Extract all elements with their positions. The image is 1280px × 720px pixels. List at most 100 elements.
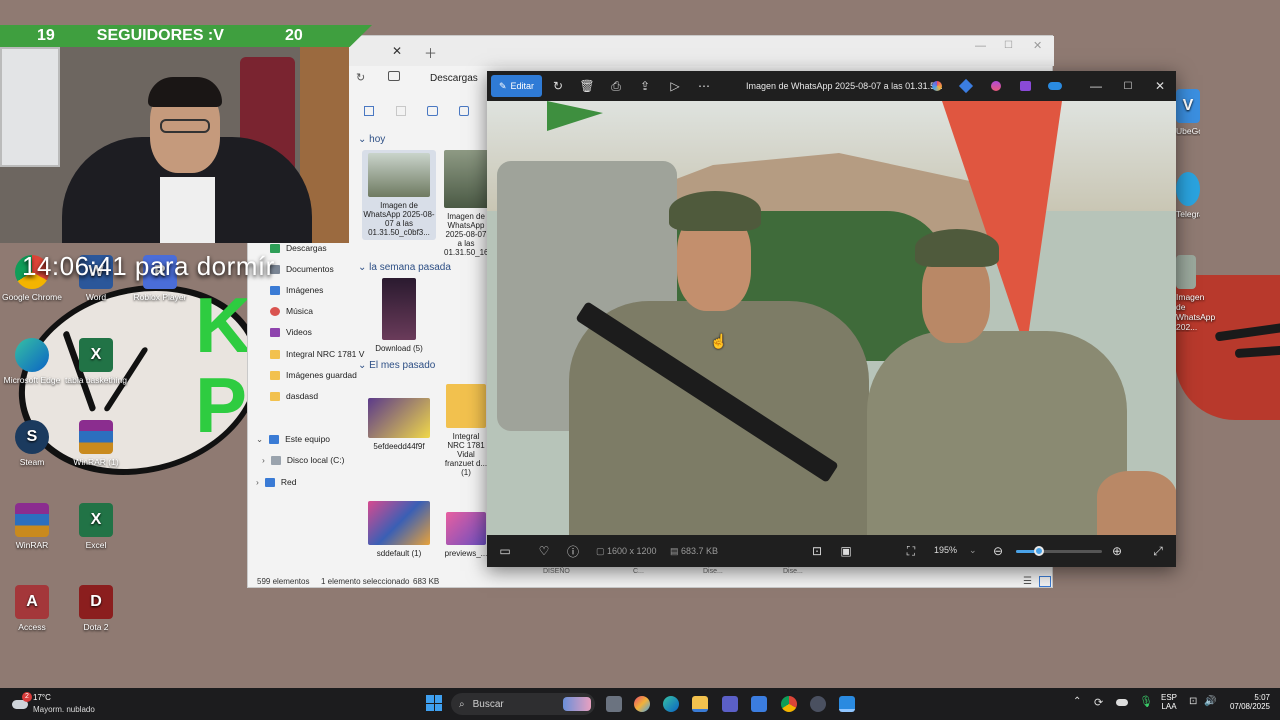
maximize-icon[interactable]: ☐ — [1004, 40, 1013, 51]
minimize-icon[interactable]: — — [975, 40, 986, 52]
nav-item-imagenes[interactable]: Imágenes — [270, 280, 323, 300]
fit-to-window-icon[interactable]: ⛶ — [901, 541, 921, 561]
onedrive-icon[interactable] — [1048, 82, 1062, 90]
photos-viewer-window[interactable]: ✎ Editar ↻ 🗑 ⎙ ⇪ ▷ ⋯ Imagen de WhatsApp 2… — [487, 71, 1176, 567]
rename-icon[interactable] — [427, 106, 438, 116]
file-name: Imagen de WhatsApp 2025-08-07 a las 01.3… — [444, 212, 488, 257]
nav-item-dasdasd[interactable]: dasdasd — [270, 386, 318, 406]
nav-label: Disco local (C:) — [286, 455, 345, 465]
close-tab-icon[interactable]: ✕ — [392, 44, 402, 58]
desktop-icon-excel-file[interactable]: X tabla baskething — [64, 338, 128, 385]
file-tile[interactable]: Integral NRC 1781 Vidal franzuet d... (1… — [444, 384, 488, 477]
sync-icon[interactable]: ⟳ — [1094, 696, 1103, 709]
task-view-icon[interactable] — [606, 696, 622, 712]
clipchamp-icon[interactable] — [991, 81, 1001, 91]
wallpaper-letters: KE PI — [195, 285, 303, 449]
weather-widget[interactable]: 2 — [10, 692, 32, 714]
file-tile-selected[interactable]: Imagen de WhatsApp 2025-08-07 a las 01.3… — [362, 150, 436, 240]
dimensions-icon: ▢ — [596, 546, 608, 556]
nav-item-integral[interactable]: Integral NRC 1781 V — [270, 344, 364, 364]
group-header-last-week[interactable]: ⌄ la semana pasada — [358, 262, 451, 273]
minimize-icon[interactable]: — — [1086, 76, 1106, 96]
file-tile[interactable]: Download (5) — [362, 278, 436, 353]
language-indicator[interactable]: ESP LAA — [1161, 693, 1177, 711]
file-explorer-icon[interactable] — [692, 696, 708, 712]
taskbar-search[interactable]: ⌕ Buscar — [451, 693, 595, 715]
copy-icon[interactable] — [364, 106, 374, 116]
ubego-icon[interactable] — [751, 696, 767, 712]
volume-icon[interactable]: 🔊 — [1204, 696, 1216, 707]
desktop-icon-winrar[interactable]: WinRAR — [0, 503, 64, 550]
chrome-icon[interactable] — [781, 696, 797, 712]
nav-item-imagenes-guardadas[interactable]: Imágenes guardad — [270, 365, 357, 385]
desktop-icon-excel[interactable]: X Excel — [64, 503, 128, 550]
refresh-icon[interactable]: ↻ — [356, 71, 365, 84]
breadcrumb[interactable]: Descargas — [430, 73, 478, 84]
favorite-icon[interactable]: ♡ — [534, 541, 554, 561]
onedrive-icon[interactable] — [1116, 699, 1128, 706]
search-icon: ⌕ — [459, 698, 465, 710]
zoom-slider[interactable] — [1016, 546, 1102, 556]
photo-canvas[interactable] — [487, 101, 1176, 535]
microphone-icon[interactable]: 🎙 — [1139, 695, 1153, 708]
filmstrip-icon[interactable]: ▭ — [495, 541, 515, 561]
close-icon[interactable]: ✕ — [1150, 76, 1170, 96]
monitor-icon[interactable] — [388, 71, 400, 81]
group-header-last-month[interactable]: ⌄ El mes pasado — [358, 360, 435, 371]
zoom-out-icon[interactable]: ⊖ — [988, 541, 1008, 561]
start-button[interactable] — [426, 695, 442, 711]
obs-icon[interactable] — [810, 696, 826, 712]
nav-item-este-equipo[interactable]: ⌄ Este equipo — [256, 429, 330, 449]
maximize-icon[interactable]: ☐ — [1118, 76, 1138, 96]
share-icon[interactable]: ⇪ — [635, 76, 655, 96]
file-tile[interactable]: 5efdeedd44f9f — [362, 398, 436, 451]
nav-item-disco-local[interactable]: › Disco local (C:) — [262, 450, 344, 470]
desktop-icon-dota2[interactable]: D Dota 2 — [64, 585, 128, 632]
network-icon[interactable]: ⊡ — [1189, 696, 1197, 707]
zoom-in-icon[interactable]: ⊕ — [1107, 541, 1127, 561]
rotate-icon[interactable]: ↻ — [548, 76, 568, 96]
desktop-icon-ubego[interactable]: V UbeGo — [1176, 89, 1200, 136]
photos-icon[interactable] — [839, 696, 855, 712]
more-options-icon[interactable]: ⋯ — [694, 76, 714, 96]
delete-icon[interactable]: 🗑 — [577, 76, 597, 96]
info-icon[interactable]: ⓘ — [563, 541, 583, 561]
zoom-level-dropdown[interactable]: 195% ⌄ — [934, 545, 977, 556]
desktop-icon-whatsapp-image[interactable]: Imagen de WhatsApp 202... — [1176, 255, 1216, 332]
tiles-view-icon[interactable] — [1039, 576, 1051, 587]
nav-item-musica[interactable]: Música — [270, 301, 313, 321]
desktop-icon-winrar-1[interactable]: WinRAR (1) — [64, 420, 128, 467]
desktop-icon-edge[interactable]: Microsoft Edge — [0, 338, 64, 385]
share-icon[interactable] — [459, 106, 469, 116]
nav-item-documentos[interactable]: Documentos — [270, 259, 334, 279]
group-header-today[interactable]: ⌄ hoy — [358, 134, 385, 145]
new-tab-icon[interactable]: ＋ — [424, 43, 437, 62]
visual-search-icon[interactable]: ⊡ — [807, 541, 827, 561]
details-view-icon[interactable]: ☰ — [1023, 576, 1032, 587]
copilot-icon[interactable] — [932, 81, 942, 91]
file-tile[interactable]: sddefault (1) — [362, 501, 436, 558]
designer-icon[interactable] — [958, 78, 974, 94]
nav-item-red[interactable]: › Red — [256, 472, 296, 492]
print-icon[interactable]: ⎙ — [606, 76, 626, 96]
fullscreen-icon[interactable]: ⤢ — [1148, 541, 1168, 561]
desktop-icon-steam[interactable]: S Steam — [0, 420, 64, 467]
clock[interactable]: 5:07 07/08/2025 — [1226, 693, 1270, 711]
explorer-titlebar[interactable] — [248, 36, 1054, 66]
teams-icon[interactable] — [722, 696, 738, 712]
file-tile[interactable]: Imagen de WhatsApp 2025-08-07 a las 01.3… — [444, 150, 488, 257]
desktop-icon-telegram[interactable]: Telegram — [1176, 172, 1200, 219]
slideshow-icon[interactable]: ▷ — [665, 76, 685, 96]
chevron-up-icon[interactable]: ⌃ — [1073, 696, 1081, 707]
zoom-slider-thumb[interactable] — [1034, 546, 1045, 556]
copilot-icon[interactable] — [634, 696, 650, 712]
desktop-icon-access[interactable]: A Access — [0, 585, 64, 632]
text-extract-icon[interactable]: ▣ — [836, 541, 856, 561]
person-hair — [148, 77, 222, 107]
file-tile[interactable]: previews_... — [444, 512, 488, 558]
clipchamp-video-icon[interactable] — [1020, 81, 1031, 91]
close-icon[interactable]: ✕ — [1033, 39, 1042, 52]
nav-item-videos[interactable]: Videos — [270, 322, 312, 342]
edit-button[interactable]: ✎ Editar — [491, 75, 542, 97]
edge-icon[interactable] — [663, 696, 679, 712]
